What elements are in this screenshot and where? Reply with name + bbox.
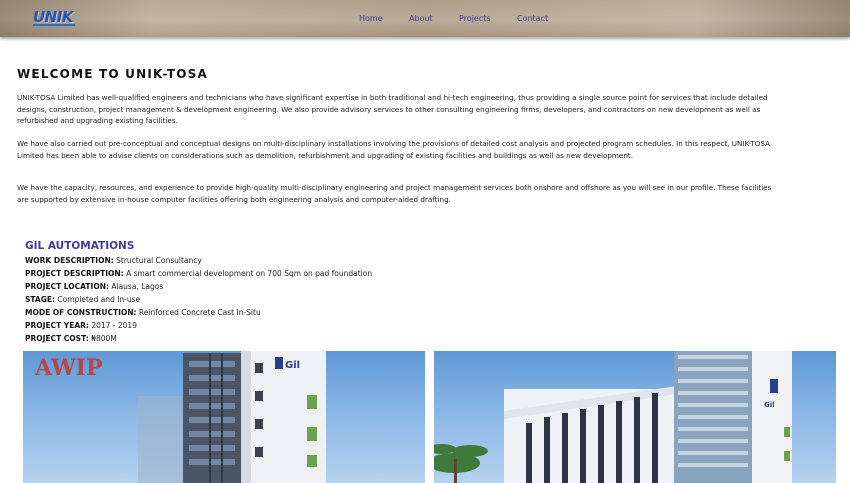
project-detail-mode: MODE OF CONSTRUCTION: Reinforced Concret…	[25, 308, 261, 318]
detail-label: PROJECT LOCATION:	[25, 282, 109, 291]
detail-label: MODE OF CONSTRUCTION:	[25, 308, 137, 317]
detail-label: STAGE:	[25, 295, 56, 304]
detail-value: Reinforced Concrete Cast In-Situ	[138, 308, 261, 317]
nav-about[interactable]: About	[409, 14, 433, 23]
detail-value: Alausa, Lagos	[111, 282, 164, 291]
project-detail-year: PROJECT YEAR: 2017 - 2019	[25, 321, 137, 331]
detail-label: PROJECT YEAR:	[25, 321, 89, 330]
logo-underline	[33, 24, 75, 26]
building-render-image: Gil AWIP	[34, 351, 326, 483]
awip-watermark: AWIP	[34, 355, 103, 381]
project-detail-work: WORK DESCRIPTION: Structural Consultancy	[25, 256, 202, 266]
detail-value: ₦800M	[91, 334, 117, 343]
detail-value: Structural Consultancy	[116, 256, 202, 265]
project-image-1: Gil AWIP	[23, 351, 425, 483]
site-header: UNIK Home About Projects Contact	[0, 0, 850, 37]
detail-value: A smart commercial development on 700 Sq…	[126, 269, 373, 278]
intro-paragraph-1: UNIK-TOSA Limited has well-qualified eng…	[17, 93, 768, 125]
detail-label: WORK DESCRIPTION:	[25, 256, 114, 265]
detail-value: Completed and In-use	[57, 295, 141, 304]
project-detail-stage: STAGE: Completed and In-use	[25, 295, 140, 305]
project-title: GIL AUTOMATIONS	[25, 240, 135, 252]
building-sign: Gil	[764, 401, 775, 409]
project-detail-location: PROJECT LOCATION: Alausa, Lagos	[25, 282, 163, 292]
building-sign: Gil	[285, 360, 300, 371]
detail-value: 2017 - 2019	[91, 321, 137, 330]
intro-paragraph-2: We have also carried out pre-conceptual …	[17, 139, 771, 160]
detail-label: PROJECT DESCRIPTION:	[25, 269, 124, 278]
detail-label: PROJECT COST:	[25, 334, 89, 343]
building-render-image: Gil	[434, 351, 792, 483]
nav-contact[interactable]: Contact	[517, 14, 548, 23]
nav-home[interactable]: Home	[359, 14, 383, 23]
project-image-2: Gil	[434, 351, 836, 483]
project-detail-description: PROJECT DESCRIPTION: A smart commercial …	[25, 269, 372, 279]
intro-paragraph-3: We have the capacity, resources, and exp…	[17, 183, 772, 204]
project-detail-cost: PROJECT COST: ₦800M	[25, 334, 117, 344]
welcome-title: WELCOME TO UNIK-TOSA	[17, 67, 209, 81]
nav-projects[interactable]: Projects	[459, 14, 491, 23]
